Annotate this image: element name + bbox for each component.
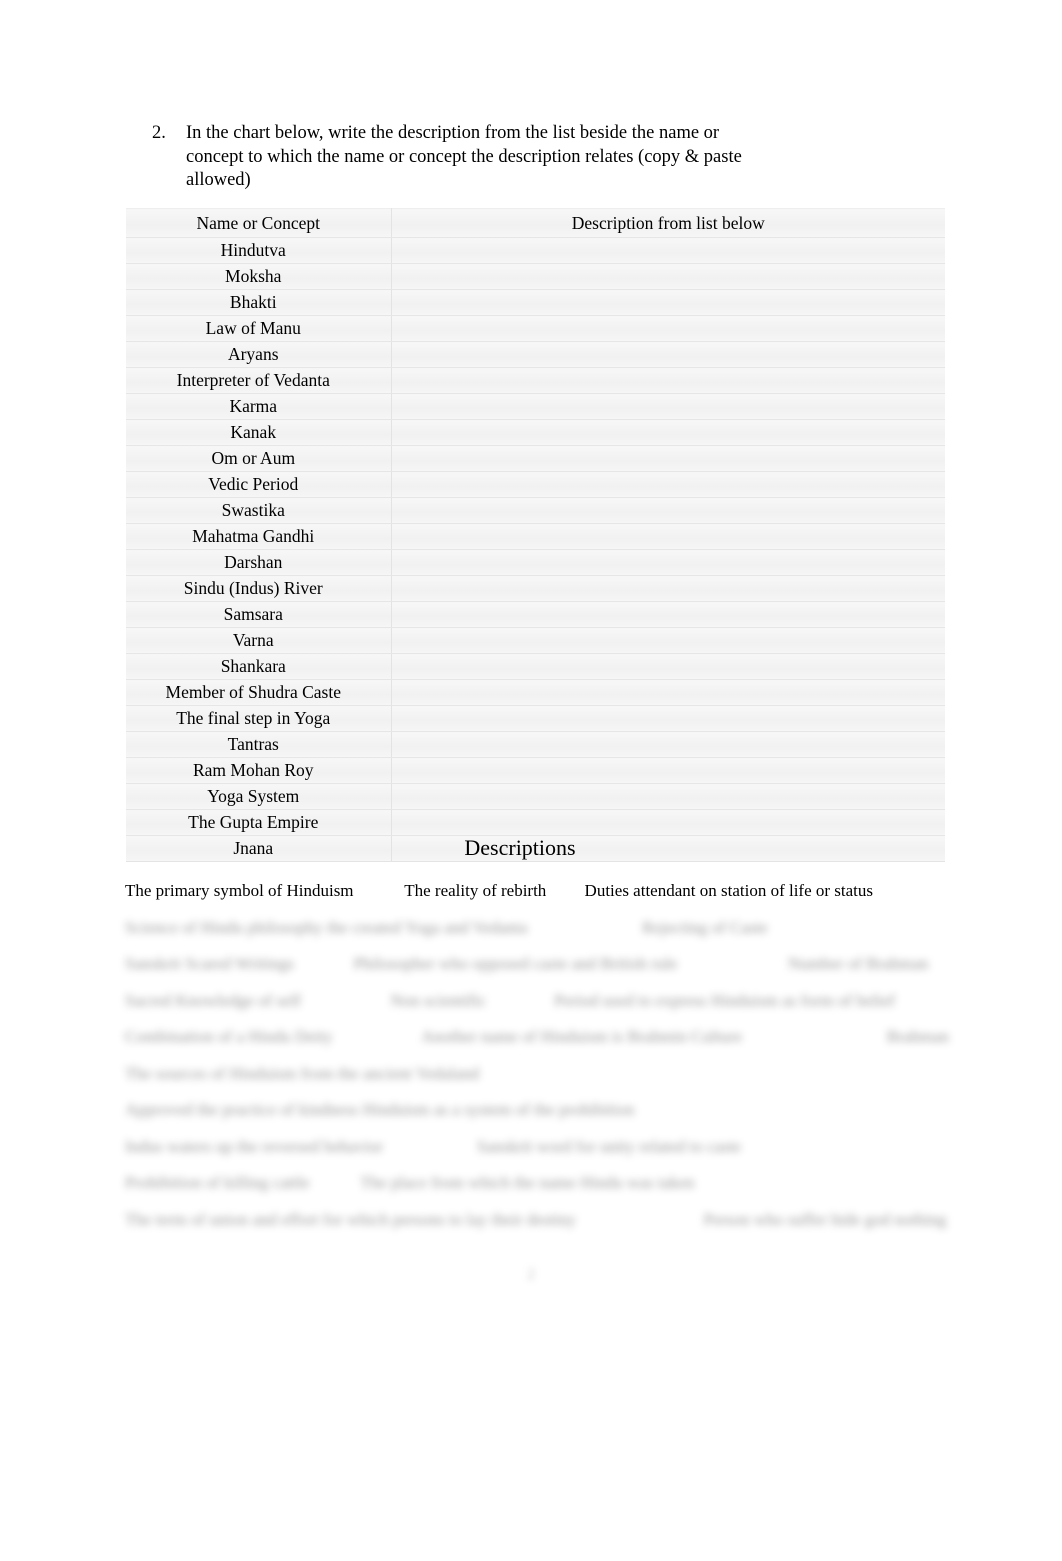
description-line-obscured: The term of union and effort for which p… bbox=[125, 1209, 947, 1229]
description-answer-cell[interactable] bbox=[390, 393, 945, 420]
concept-name-cell: Sindu (Indus) River bbox=[126, 575, 392, 602]
concept-name-cell: Bhakti bbox=[126, 289, 392, 316]
concept-name-cell: The final step in Yoga bbox=[126, 705, 392, 732]
table-row: Tantras bbox=[126, 731, 945, 758]
description-line-obscured: Sanskrit Scared Writings Philosopher who… bbox=[125, 954, 929, 973]
concept-name-cell: The Gupta Empire bbox=[126, 809, 392, 836]
table-row: The final step in Yoga bbox=[126, 705, 945, 732]
header-name-or-concept: Name or Concept bbox=[126, 208, 392, 238]
concept-name-cell: Mahatma Gandhi bbox=[126, 523, 392, 550]
concept-name-cell: Ram Mohan Roy bbox=[126, 757, 392, 784]
description-line-obscured: Science of Hindu philosophy the created … bbox=[125, 917, 768, 937]
description-answer-cell[interactable] bbox=[390, 263, 945, 290]
table-row: Swastika bbox=[126, 497, 945, 524]
concept-name-cell: Samsara bbox=[126, 601, 392, 628]
concept-name-cell: Vedic Period bbox=[126, 471, 392, 498]
question-number: 2. bbox=[152, 123, 166, 143]
table-row: Ram Mohan Roy bbox=[126, 757, 945, 784]
table-row: Karma bbox=[126, 393, 945, 420]
description-answer-cell[interactable] bbox=[390, 549, 945, 576]
description-line-obscured: Prohibition of killing cattle The place … bbox=[125, 1173, 695, 1192]
description-answer-cell[interactable] bbox=[390, 289, 945, 316]
description-line-obscured: Combination of a Hindu Deity Another nam… bbox=[125, 1027, 949, 1046]
table-row: Aryans bbox=[126, 341, 945, 368]
table-row: Samsara bbox=[126, 601, 945, 628]
table-row: Bhakti bbox=[126, 289, 945, 316]
table-row: Om or Aum bbox=[126, 445, 945, 472]
description-line-obscured: The sources of Hinduism from the ancient… bbox=[125, 1063, 480, 1083]
table-row: Darshan bbox=[126, 549, 945, 576]
table-row: Vedic Period bbox=[126, 471, 945, 498]
description-answer-cell[interactable] bbox=[390, 341, 945, 368]
concept-name-cell: Varna bbox=[126, 627, 392, 654]
description-answer-cell[interactable] bbox=[390, 653, 945, 680]
concept-name-cell: Karma bbox=[126, 393, 392, 420]
concept-name-cell: Kanak bbox=[126, 419, 392, 446]
concept-description-table: Name or Concept Description from list bel… bbox=[126, 208, 945, 862]
description-answer-cell[interactable] bbox=[390, 497, 945, 524]
concept-name-cell: Law of Manu bbox=[126, 315, 392, 342]
description-line-obscured: Approved the practice of kindness Hindui… bbox=[125, 1100, 635, 1119]
description-answer-cell[interactable] bbox=[390, 731, 945, 758]
description-answer-cell[interactable] bbox=[390, 705, 945, 732]
description-answer-cell[interactable] bbox=[390, 575, 945, 602]
description-line: The primary symbol of Hinduism The reali… bbox=[125, 881, 874, 900]
table-row: Interpreter of Vedanta bbox=[126, 367, 945, 394]
concept-name-cell: Hindutva bbox=[126, 237, 392, 264]
description-line-obscured: Sacred Knowledge of self Non scientific … bbox=[125, 990, 896, 1010]
header-description: Description from list below bbox=[390, 208, 945, 238]
table-row: Kanak bbox=[126, 419, 945, 446]
description-answer-cell[interactable] bbox=[390, 601, 945, 628]
document-page: 2. In the chart below, write the descrip… bbox=[0, 0, 1062, 1561]
description-answer-cell[interactable] bbox=[390, 315, 945, 342]
descriptions-list: The primary symbol of Hinduism The reali… bbox=[125, 873, 949, 1238]
table-row: Yoga System bbox=[126, 783, 945, 810]
table-row: Mahatma Gandhi bbox=[126, 523, 945, 550]
concept-name-cell: Aryans bbox=[126, 341, 392, 368]
description-answer-cell[interactable] bbox=[390, 679, 945, 706]
concept-name-cell: Tantras bbox=[126, 731, 392, 758]
concept-name-cell: Om or Aum bbox=[126, 445, 392, 472]
description-answer-cell[interactable] bbox=[390, 445, 945, 472]
question-block: 2. In the chart below, write the descrip… bbox=[152, 122, 752, 193]
table-row: Varna bbox=[126, 627, 945, 654]
description-answer-cell[interactable] bbox=[390, 523, 945, 550]
concept-name-cell: Darshan bbox=[126, 549, 392, 576]
description-answer-cell[interactable] bbox=[390, 471, 945, 498]
concept-name-cell: Yoga System bbox=[126, 783, 392, 810]
question-text: In the chart below, write the descriptio… bbox=[186, 123, 742, 190]
description-answer-cell[interactable] bbox=[390, 809, 945, 836]
table-row: Moksha bbox=[126, 263, 945, 290]
page-number: 2 bbox=[527, 1266, 535, 1283]
table-row: Shankara bbox=[126, 653, 945, 680]
table-row: Hindutva bbox=[126, 237, 945, 264]
descriptions-heading-label: Descriptions bbox=[464, 835, 576, 860]
description-answer-cell[interactable] bbox=[390, 237, 945, 264]
concept-name-cell: Moksha bbox=[126, 263, 392, 290]
descriptions-heading: Descriptions bbox=[0, 834, 1062, 862]
description-answer-cell[interactable] bbox=[390, 757, 945, 784]
table-header-row: Name or Concept Description from list bel… bbox=[126, 208, 945, 238]
concept-name-cell: Member of Shudra Caste bbox=[126, 679, 392, 706]
description-answer-cell[interactable] bbox=[390, 367, 945, 394]
table-row: Law of Manu bbox=[126, 315, 945, 342]
table-row: The Gupta Empire bbox=[126, 809, 945, 836]
description-answer-cell[interactable] bbox=[390, 627, 945, 654]
description-line-obscured: Indus waters up the reversed behavior Sa… bbox=[125, 1136, 742, 1156]
concept-name-cell: Interpreter of Vedanta bbox=[126, 367, 392, 394]
table-row: Member of Shudra Caste bbox=[126, 679, 945, 706]
concept-name-cell: Shankara bbox=[126, 653, 392, 680]
description-answer-cell[interactable] bbox=[390, 783, 945, 810]
concept-name-cell: Swastika bbox=[126, 497, 392, 524]
table-body: Name or Concept Description from list bel… bbox=[126, 208, 945, 862]
description-answer-cell[interactable] bbox=[390, 419, 945, 446]
table-row: Sindu (Indus) River bbox=[126, 575, 945, 602]
